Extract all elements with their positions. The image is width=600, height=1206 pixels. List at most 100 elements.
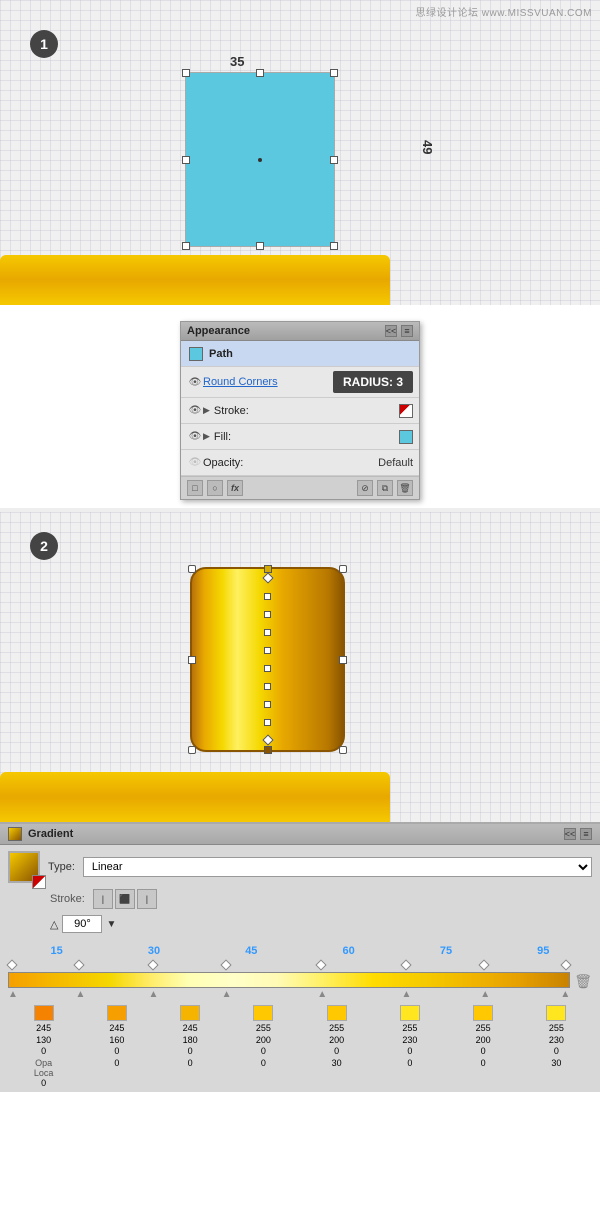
round-corners-row[interactable]: 👁 Round Corners RADIUS: 3: [181, 367, 419, 398]
handle-bottom-right[interactable]: [330, 242, 338, 250]
stroke-icon-1[interactable]: |: [93, 889, 113, 909]
stroke-row-label: Stroke:: [50, 893, 85, 905]
stop-handle-5[interactable]: ▲: [402, 989, 412, 1000]
gradient-angle-input[interactable]: [62, 915, 102, 933]
gradient-delete-icon[interactable]: 🗑: [574, 973, 592, 990]
golden-handle-tc[interactable]: [264, 565, 272, 573]
node-4[interactable]: [264, 647, 271, 654]
stop-top-6[interactable]: [479, 959, 490, 970]
footer-rect-icon[interactable]: □: [187, 480, 203, 496]
stop-top-3[interactable]: [220, 959, 231, 970]
color-stop-swatch-0[interactable]: [34, 1005, 54, 1021]
node-bottom[interactable]: [262, 735, 273, 746]
node-3[interactable]: [264, 629, 271, 636]
stop-handle-6[interactable]: ▲: [480, 989, 490, 1000]
golden-handle-br[interactable]: [339, 746, 347, 754]
section2-canvas: 2: [0, 512, 600, 822]
gradient-menu-btn[interactable]: ≡: [580, 828, 592, 840]
eye-icon-round[interactable]: 👁: [187, 376, 203, 388]
gradient-type-select[interactable]: Linear: [83, 857, 592, 877]
handle-top-center[interactable]: [256, 69, 264, 77]
footer-circle-icon[interactable]: ○: [207, 480, 223, 496]
color-b-1: 0: [114, 1046, 119, 1058]
footer-dup-icon[interactable]: ⧉: [377, 480, 393, 496]
gradient-titlebar: Gradient << ≡: [0, 824, 600, 845]
fill-row[interactable]: 👁 ▶ Fill:: [181, 424, 419, 450]
stroke-icon-3[interactable]: |: [137, 889, 157, 909]
golden-handle-mr[interactable]: [339, 656, 347, 664]
golden-handle-ml[interactable]: [188, 656, 196, 664]
handle-bottom-center[interactable]: [256, 242, 264, 250]
color-stop-swatch-4[interactable]: [327, 1005, 347, 1021]
footer-fx-icon[interactable]: fx: [227, 480, 243, 496]
center-dot: [258, 158, 262, 162]
color-stop-col-2: 245 180 0 0: [155, 1005, 226, 1088]
golden-handle-bl[interactable]: [188, 746, 196, 754]
round-corners-label[interactable]: Round Corners: [203, 376, 325, 388]
node-5[interactable]: [264, 665, 271, 672]
eye-icon-stroke[interactable]: 👁: [187, 405, 203, 417]
handle-bottom-left[interactable]: [182, 242, 190, 250]
color-stop-swatch-7[interactable]: [546, 1005, 566, 1021]
eye-icon-fill[interactable]: 👁: [187, 431, 203, 443]
blue-rectangle[interactable]: [185, 72, 335, 247]
handle-top-right[interactable]: [330, 69, 338, 77]
stop-top-2[interactable]: [147, 959, 158, 970]
golden-rectangle[interactable]: [190, 567, 345, 752]
stroke-swatch[interactable]: [399, 404, 413, 418]
path-row: Path: [181, 341, 419, 367]
stop-handle-2[interactable]: ▲: [149, 989, 159, 1000]
stroke-icons-row: Stroke: | ⬛ |: [8, 889, 592, 909]
stroke-icon-2[interactable]: ⬛: [115, 889, 135, 909]
stop-handle-1[interactable]: ▲: [75, 989, 85, 1000]
color-stop-swatch-5[interactable]: [400, 1005, 420, 1021]
gradient-bar[interactable]: [8, 972, 570, 988]
stop-handle-4[interactable]: ▲: [317, 989, 327, 1000]
stop-handle-3[interactable]: ▲: [222, 989, 232, 1000]
angle-triangle-icon: △: [50, 918, 58, 931]
opacity-value: Default: [378, 457, 413, 469]
stop-top-7[interactable]: [561, 959, 572, 970]
handle-mid-right[interactable]: [330, 156, 338, 164]
color-stop-swatch-3[interactable]: [253, 1005, 273, 1021]
stop-top-5[interactable]: [400, 959, 411, 970]
golden-handle-tr[interactable]: [339, 565, 347, 573]
node-1[interactable]: [264, 593, 271, 600]
stop-top-0[interactable]: [6, 959, 17, 970]
path-nodes: [264, 569, 272, 750]
color-stop-swatch-2[interactable]: [180, 1005, 200, 1021]
blue-rect-container: [185, 72, 335, 247]
fill-swatch[interactable]: [399, 430, 413, 444]
appearance-title: Appearance: [187, 325, 250, 337]
golden-handle-bc[interactable]: [264, 746, 272, 754]
path-color-swatch[interactable]: [189, 347, 203, 361]
node-top[interactable]: [262, 573, 273, 584]
panel-menu-btn[interactable]: ≡: [401, 325, 413, 337]
node-7[interactable]: [264, 701, 271, 708]
path-label: Path: [209, 348, 233, 360]
gradient-collapse-btn[interactable]: <<: [564, 828, 576, 840]
stop-handle-7[interactable]: ▲: [560, 989, 570, 1000]
handle-top-left[interactable]: [182, 69, 190, 77]
stop-top-4[interactable]: [316, 959, 327, 970]
node-6[interactable]: [264, 683, 271, 690]
stroke-row[interactable]: 👁 ▶ Stroke:: [181, 398, 419, 424]
color-stop-swatch-1[interactable]: [107, 1005, 127, 1021]
color-g-3: 200: [256, 1035, 271, 1047]
golden-handle-tl[interactable]: [188, 565, 196, 573]
color-g-0: 130: [36, 1035, 51, 1047]
expand-fill[interactable]: ▶: [203, 431, 210, 442]
node-8[interactable]: [264, 719, 271, 726]
node-2[interactable]: [264, 611, 271, 618]
handle-mid-left[interactable]: [182, 156, 190, 164]
angle-dropdown-arrow[interactable]: ▼: [106, 919, 116, 930]
footer-delete-icon[interactable]: 🗑: [397, 480, 413, 496]
expand-stroke[interactable]: ▶: [203, 405, 210, 416]
footer-no-icon[interactable]: ⊘: [357, 480, 373, 496]
stop-top-1[interactable]: [74, 959, 85, 970]
color-g-4: 200: [329, 1035, 344, 1047]
color-stop-swatch-6[interactable]: [473, 1005, 493, 1021]
stop-handle-0[interactable]: ▲: [8, 989, 18, 1000]
opacity-row: 👁 Opacity: Default: [181, 450, 419, 476]
panel-collapse-btn[interactable]: <<: [385, 325, 397, 337]
